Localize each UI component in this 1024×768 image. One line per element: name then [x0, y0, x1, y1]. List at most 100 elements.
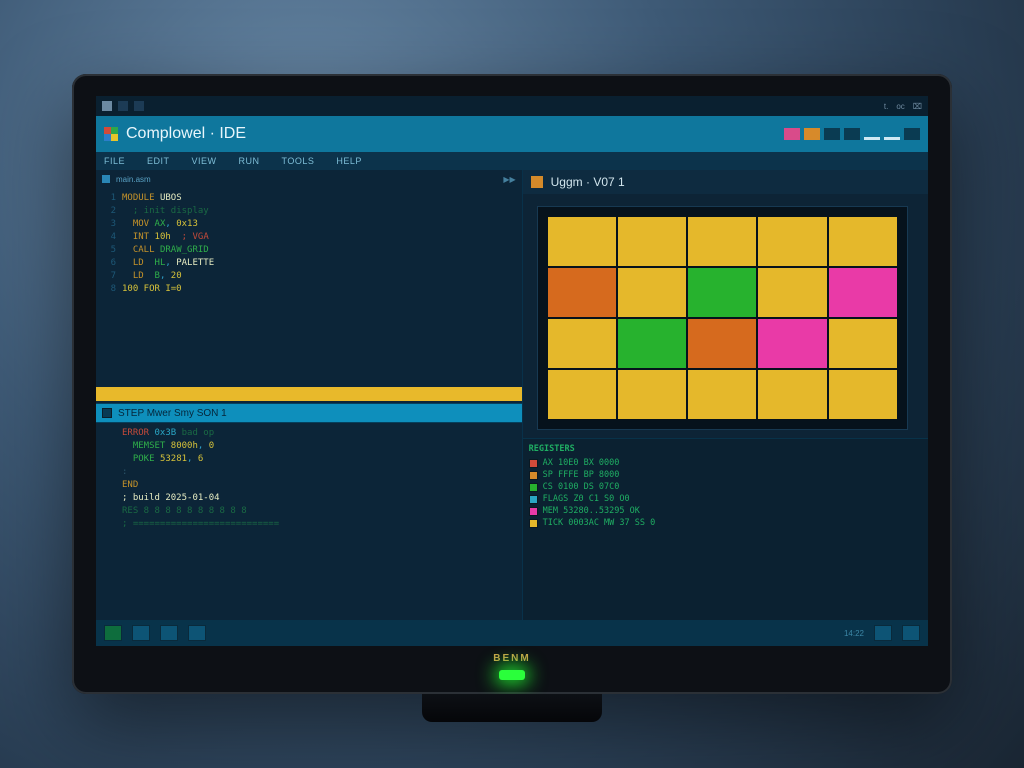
palette-cell[interactable] — [548, 319, 616, 368]
palette-cell[interactable] — [548, 217, 616, 266]
code-line[interactable]: 3 MOV AX, 0x13 — [102, 218, 516, 231]
console-line: CS 0100 DS 07C0 — [529, 481, 922, 493]
close-button[interactable] — [784, 128, 800, 140]
code-tab[interactable]: main.asm ▶▶ — [96, 170, 522, 188]
monitor-brand: BENM — [493, 653, 530, 664]
palette-cell[interactable] — [758, 268, 826, 317]
section-band[interactable]: STEP Mwer Smy SON 1 — [96, 403, 522, 423]
preview-icon — [531, 176, 543, 188]
console-pane[interactable]: REGISTERS AX 10E0 BX 0000SP FFFE BP 8000… — [523, 438, 928, 620]
palette-cell[interactable] — [758, 319, 826, 368]
swatch-icon — [529, 507, 538, 516]
preview-frame — [537, 206, 908, 430]
code-editor-top[interactable]: 1MODULE UBOS2 ; init display3 MOV AX, 0x… — [96, 188, 522, 385]
console-header: REGISTERS — [529, 443, 922, 455]
code-line[interactable]: ; =========================== — [102, 518, 516, 531]
code-line[interactable]: END — [102, 479, 516, 492]
file-icon — [102, 175, 110, 183]
taskbar: 14:22 — [96, 620, 928, 646]
palette-cell[interactable] — [618, 370, 686, 419]
palette-cell[interactable] — [829, 319, 897, 368]
code-line[interactable]: ; build 2025-01-04 — [102, 492, 516, 505]
palette-cell[interactable] — [688, 370, 756, 419]
menu-edit[interactable]: EDIT — [147, 156, 170, 166]
tray-icon[interactable] — [102, 101, 112, 111]
preview-pane — [523, 194, 928, 438]
task-item[interactable] — [160, 625, 178, 641]
app-title: Complowel · IDE — [126, 125, 246, 143]
tray-icon[interactable] — [134, 101, 144, 111]
palette-cell[interactable] — [688, 268, 756, 317]
start-button[interactable] — [104, 625, 122, 641]
palette-cell[interactable] — [618, 319, 686, 368]
code-line[interactable]: RES 8 8 8 8 8 8 8 8 8 8 — [102, 505, 516, 518]
section-icon — [102, 408, 112, 418]
code-line[interactable]: 1MODULE UBOS — [102, 192, 516, 205]
menu-help[interactable]: HELP — [336, 156, 362, 166]
palette-cell[interactable] — [548, 268, 616, 317]
swatch-icon — [529, 495, 538, 504]
code-line[interactable]: : — [102, 466, 516, 479]
minimize-button[interactable] — [884, 128, 900, 140]
code-line[interactable]: 8100 FOR I=0 — [102, 283, 516, 296]
menubar: FILE EDIT VIEW RUN TOOLS HELP — [96, 152, 928, 170]
palette-cell[interactable] — [548, 370, 616, 419]
section-label: STEP Mwer Smy SON 1 — [118, 408, 227, 419]
palette-cell[interactable] — [758, 370, 826, 419]
console-line: MEM 53280..53295 OK — [529, 505, 922, 517]
palette-cell[interactable] — [829, 370, 897, 419]
palette-cell[interactable] — [829, 268, 897, 317]
app-logo-icon — [104, 127, 118, 141]
swatch-icon — [529, 459, 538, 468]
window-control[interactable] — [804, 128, 820, 140]
window-control[interactable] — [844, 128, 860, 140]
menu-file[interactable]: FILE — [104, 156, 125, 166]
console-line: TICK 0003AC MW 37 SS 0 — [529, 517, 922, 529]
tray-item[interactable] — [874, 625, 892, 641]
window-control[interactable] — [824, 128, 840, 140]
code-line[interactable]: ERROR 0x3B bad op — [102, 427, 516, 440]
palette-cell[interactable] — [618, 268, 686, 317]
highlighted-line[interactable] — [96, 387, 522, 401]
menu-tools[interactable]: TOOLS — [282, 156, 315, 166]
palette-cell[interactable] — [688, 319, 756, 368]
console-line: SP FFFE BP 8000 — [529, 469, 922, 481]
palette-cell[interactable] — [758, 217, 826, 266]
workspace: main.asm ▶▶ 1MODULE UBOS2 ; init display… — [96, 170, 928, 620]
code-line[interactable]: 4 INT 10h ; VGA — [102, 231, 516, 244]
tray-icon[interactable] — [118, 101, 128, 111]
code-line[interactable]: 2 ; init display — [102, 205, 516, 218]
task-item[interactable] — [132, 625, 150, 641]
minimize-button[interactable] — [864, 128, 880, 140]
palette-cell[interactable] — [618, 217, 686, 266]
swatch-icon — [529, 471, 538, 480]
preview-title: Uggm · V07 1 — [551, 175, 625, 189]
menu-run[interactable]: RUN — [239, 156, 260, 166]
run-marker-icon[interactable]: ▶▶ — [503, 175, 515, 184]
code-line[interactable]: POKE 53281, 6 — [102, 453, 516, 466]
console-line: FLAGS Z0 C1 S0 O0 — [529, 493, 922, 505]
window-controls — [784, 128, 920, 140]
preview-header: Uggm · V07 1 — [523, 170, 928, 194]
taskbar-clock: 14:22 — [844, 629, 864, 638]
window-control[interactable] — [904, 128, 920, 140]
power-led-icon — [499, 670, 525, 680]
window-tray: t. oc ⌧ — [96, 96, 928, 116]
tray-right: t. oc ⌧ — [884, 102, 922, 111]
console-line: AX 10E0 BX 0000 — [529, 457, 922, 469]
task-item[interactable] — [188, 625, 206, 641]
titlebar[interactable]: Complowel · IDE — [96, 116, 928, 152]
code-line[interactable]: MEMSET 8000h, 0 — [102, 440, 516, 453]
code-line[interactable]: 7 LD B, 20 — [102, 270, 516, 283]
palette-cell[interactable] — [688, 217, 756, 266]
code-editor-bottom[interactable]: ERROR 0x3B bad op MEMSET 8000h, 0 POKE 5… — [96, 423, 522, 620]
code-line[interactable]: 6 LD HL, PALETTE — [102, 257, 516, 270]
right-column: Uggm · V07 1 REGISTERS AX 10E0 BX 0000SP… — [523, 170, 928, 620]
code-pane: main.asm ▶▶ 1MODULE UBOS2 ; init display… — [96, 170, 523, 620]
menu-view[interactable]: VIEW — [192, 156, 217, 166]
file-tab-label: main.asm — [116, 175, 151, 184]
tray-item[interactable] — [902, 625, 920, 641]
palette-grid[interactable] — [548, 217, 897, 419]
code-line[interactable]: 5 CALL DRAW_GRID — [102, 244, 516, 257]
palette-cell[interactable] — [829, 217, 897, 266]
